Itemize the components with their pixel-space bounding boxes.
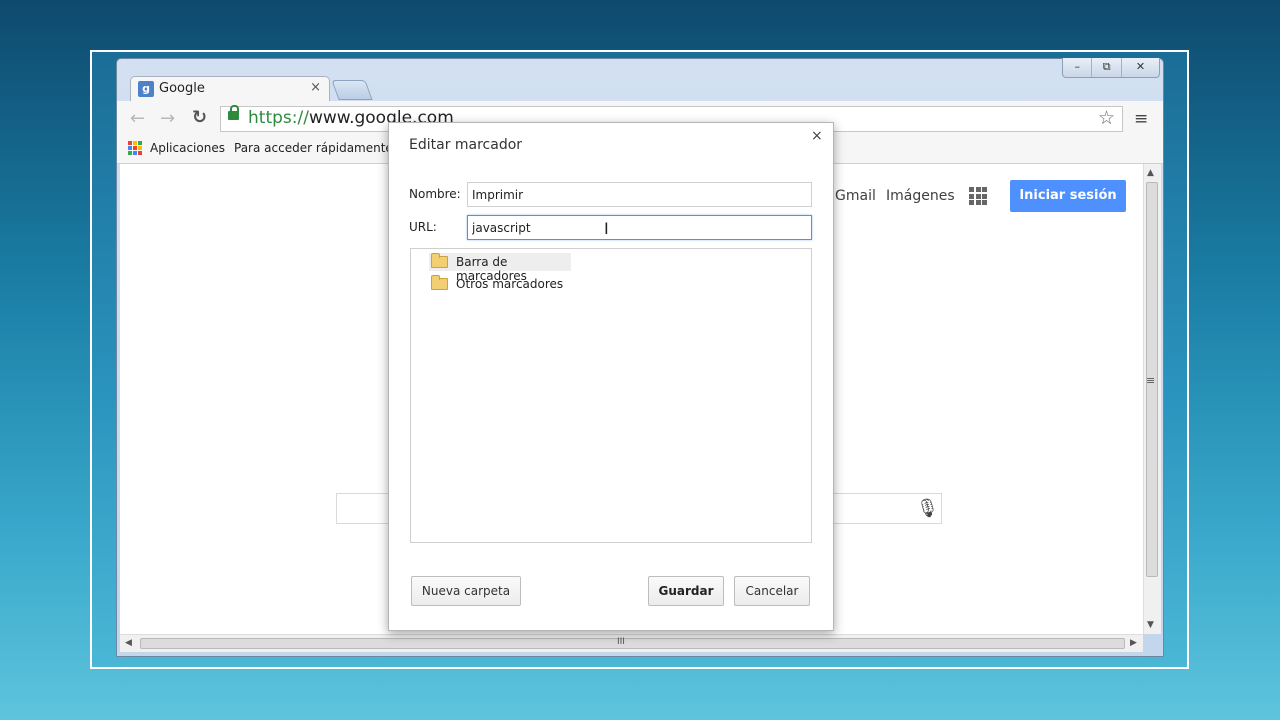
- minimize-button[interactable]: –: [1063, 58, 1093, 77]
- reload-icon[interactable]: ↻: [192, 107, 207, 128]
- vertical-grip-icon: ≡: [1146, 374, 1156, 387]
- name-field[interactable]: [467, 182, 812, 207]
- gmail-link[interactable]: Gmail: [835, 188, 876, 204]
- dialog-title: Editar marcador: [409, 137, 523, 153]
- folder-item-bookmarks-bar[interactable]: Barra de marcadores: [429, 253, 571, 283]
- save-button[interactable]: Guardar: [648, 576, 724, 606]
- scroll-left-icon[interactable]: ◀: [125, 638, 132, 648]
- lock-icon: [228, 105, 239, 120]
- url-scheme: https://: [248, 108, 309, 128]
- maximize-button[interactable]: ⧉: [1092, 58, 1122, 77]
- tab-google[interactable]: g Google ×: [130, 76, 330, 101]
- new-folder-button[interactable]: Nueva carpeta: [411, 576, 521, 606]
- microphone-icon[interactable]: 🎙: [916, 498, 939, 519]
- horizontal-grip-icon: III: [617, 637, 625, 647]
- cancel-button[interactable]: Cancelar: [734, 576, 810, 606]
- vertical-scrollbar[interactable]: [1143, 164, 1161, 634]
- tab-close-icon[interactable]: ×: [310, 80, 321, 95]
- close-window-button[interactable]: ✕: [1122, 58, 1159, 77]
- bookmarks-hint-text: Para acceder rápidamente a: [234, 141, 388, 155]
- images-link[interactable]: Imágenes: [886, 188, 955, 204]
- name-label: Nombre:: [409, 187, 461, 201]
- forward-arrow-icon[interactable]: →: [160, 108, 175, 129]
- chrome-menu-icon[interactable]: ≡: [1134, 109, 1148, 129]
- google-favicon-icon: g: [138, 81, 154, 97]
- url-field[interactable]: [467, 215, 812, 240]
- scroll-right-icon[interactable]: ▶: [1130, 638, 1137, 648]
- bookmark-star-icon[interactable]: ☆: [1098, 107, 1115, 129]
- back-arrow-icon[interactable]: ←: [130, 108, 145, 129]
- scroll-up-icon[interactable]: ▲: [1147, 168, 1154, 178]
- folder-icon: [431, 275, 448, 290]
- scroll-down-icon[interactable]: ▼: [1147, 620, 1154, 630]
- url-label: URL:: [409, 220, 437, 234]
- folder-label: Otros marcadores: [456, 277, 564, 291]
- new-tab-button[interactable]: [331, 80, 373, 100]
- tab-title: Google: [159, 81, 205, 96]
- google-apps-icon[interactable]: [969, 187, 987, 205]
- apps-grid-icon[interactable]: [128, 141, 142, 155]
- horizontal-scrollbar[interactable]: [120, 634, 1143, 652]
- horizontal-scroll-thumb[interactable]: [140, 638, 1125, 649]
- text-cursor-icon: I: [604, 219, 609, 238]
- bookmark-apps[interactable]: Aplicaciones: [150, 141, 225, 155]
- dialog-close-icon[interactable]: ×: [811, 128, 823, 144]
- folder-item-other-bookmarks[interactable]: Otros marcadores: [429, 275, 569, 293]
- window-controls: – ⧉ ✕: [1062, 58, 1160, 78]
- folder-icon: [431, 253, 448, 268]
- sign-in-button[interactable]: Iniciar sesión: [1010, 180, 1126, 212]
